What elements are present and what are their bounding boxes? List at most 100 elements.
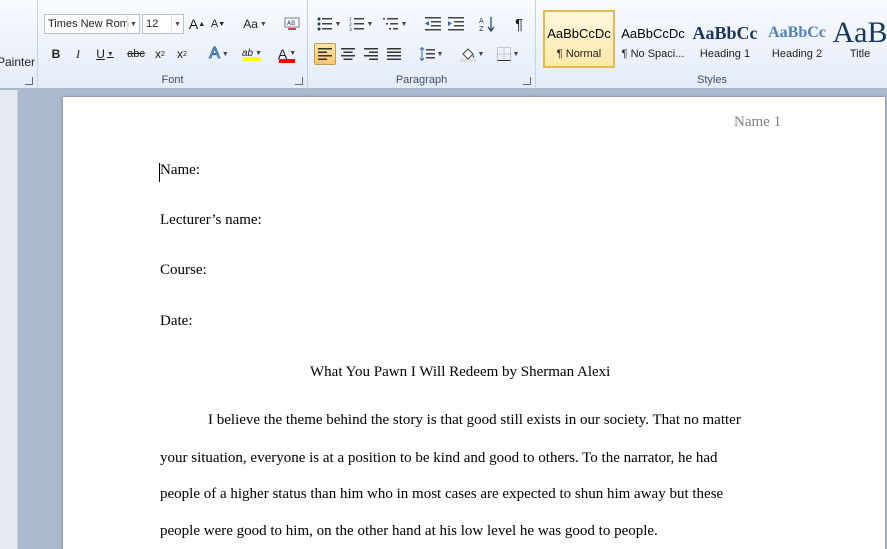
- shrink-font-button[interactable]: A ▼: [208, 13, 228, 35]
- sort-button[interactable]: A Z: [476, 13, 498, 35]
- align-center-button[interactable]: [337, 43, 359, 65]
- subscript-button[interactable]: x2: [150, 43, 170, 65]
- style-sample: AaBbCcDc: [621, 25, 685, 41]
- style-name: Title: [849, 48, 871, 60]
- grow-font-button[interactable]: A ▲: [187, 13, 207, 35]
- ribbon: Painter Times New Rom ▼ 12 ▼ A ▲ A ▼ Aa ▼ A…: [0, 0, 887, 89]
- paragraph-group: ▼ 1 2 3 ▼ ▼ A Z ¶ ▼ ▼ ▼ Paragraph: [308, 0, 536, 89]
- line-spacing-button[interactable]: ▼: [416, 43, 446, 65]
- clear-formatting-button[interactable]: AB: [281, 13, 303, 35]
- font-name-value: Times New Rom: [48, 18, 129, 30]
- pilcrow-icon: ¶: [514, 15, 524, 33]
- change-case-button[interactable]: Aa ▼: [240, 13, 270, 35]
- svg-text:AB: AB: [287, 20, 295, 27]
- body-line[interactable]: your situation, everyone is at a positio…: [160, 450, 718, 467]
- numbering-button[interactable]: 1 2 3 ▼: [346, 13, 376, 35]
- field-course[interactable]: Course:: [160, 262, 207, 279]
- field-lecturer[interactable]: Lecturer’s name:: [160, 212, 262, 229]
- svg-text:A: A: [479, 17, 484, 25]
- font-size-combo[interactable]: 12 ▼: [142, 14, 184, 34]
- align-left-button[interactable]: [314, 43, 336, 65]
- bold-icon: B: [51, 47, 61, 61]
- bullets-button[interactable]: ▼: [314, 13, 344, 35]
- font-group-label: Font: [161, 74, 184, 86]
- style-normal[interactable]: AaBbCcDc ¶ Normal: [543, 10, 615, 68]
- line-spacing-icon: [419, 47, 435, 61]
- svg-text:Z: Z: [479, 25, 484, 32]
- font-name-combo[interactable]: Times New Rom ▼: [44, 14, 140, 34]
- strikethrough-button[interactable]: abc: [124, 43, 148, 65]
- body-line[interactable]: people of a higher status than him who i…: [160, 486, 723, 503]
- italic-icon: I: [76, 46, 80, 61]
- bullets-icon: [317, 17, 332, 31]
- borders-button[interactable]: ▼: [492, 43, 524, 65]
- format-painter-label: Painter: [0, 55, 36, 69]
- multilevel-list-icon: [382, 18, 398, 30]
- numbering-icon: 1 2 3: [349, 17, 364, 31]
- style-sample: AaBbCc: [692, 22, 758, 43]
- increase-indent-icon: [448, 17, 464, 31]
- text-effects-button[interactable]: A ▼: [204, 43, 234, 65]
- align-center-icon: [341, 48, 355, 60]
- chevron-down-icon[interactable]: ▼: [171, 15, 183, 33]
- document-title[interactable]: What You Pawn I Will Redeem by Sherman A…: [310, 364, 610, 381]
- change-case-icon: Aa: [243, 17, 258, 31]
- style-title[interactable]: AaB Title: [831, 10, 887, 68]
- style-sample: AaBbCcDc: [547, 25, 611, 41]
- superscript-button[interactable]: x2: [172, 43, 192, 65]
- style-no-spacing[interactable]: AaBbCcDc ¶ No Spaci...: [617, 10, 689, 68]
- document-page[interactable]: Name 1 Name: Lecturer’s name: Course: Da…: [63, 97, 885, 549]
- underline-icon: U: [96, 47, 105, 61]
- shading-button[interactable]: ▼: [456, 43, 488, 65]
- paint-bucket-icon: [460, 48, 475, 62]
- align-left-icon: [318, 48, 332, 60]
- body-line[interactable]: I believe the theme behind the story is …: [208, 412, 741, 429]
- field-name[interactable]: Name:: [160, 162, 200, 179]
- style-sample: AaB: [832, 16, 887, 49]
- svg-text:3: 3: [349, 27, 352, 31]
- font-size-value: 12: [146, 18, 159, 30]
- style-sample: AaBbCc: [768, 24, 826, 41]
- decrease-indent-icon: [425, 17, 441, 31]
- chevron-down-icon[interactable]: ▼: [127, 15, 139, 33]
- highlight-button[interactable]: ab ▼: [236, 43, 268, 65]
- field-date[interactable]: Date:: [160, 313, 192, 330]
- italic-button[interactable]: I: [68, 43, 88, 65]
- font-launcher-icon[interactable]: [295, 77, 303, 85]
- page-header[interactable]: Name 1: [734, 114, 781, 131]
- style-heading-2[interactable]: AaBbCc Heading 2: [761, 10, 833, 68]
- bold-button[interactable]: B: [46, 43, 66, 65]
- increase-indent-button[interactable]: [445, 13, 467, 35]
- styles-group: AaBbCcDc ¶ Normal AaBbCcDc ¶ No Spaci...…: [537, 0, 887, 89]
- justify-icon: [387, 48, 401, 60]
- sort-icon: A Z: [479, 17, 495, 32]
- borders-icon: [496, 47, 511, 61]
- paragraph-launcher-icon[interactable]: [523, 77, 531, 85]
- font-group: Times New Rom ▼ 12 ▼ A▲ A▼ Aa▼ AB B I: [38, 0, 308, 89]
- format-painter-button[interactable]: Painter: [0, 51, 36, 73]
- style-heading-1[interactable]: AaBbCc Heading 1: [689, 10, 761, 68]
- font-color-bar: [279, 58, 295, 63]
- multilevel-list-button[interactable]: ▼: [380, 13, 410, 35]
- document-area: Name 1 Name: Lecturer’s name: Course: Da…: [0, 90, 887, 549]
- highlight-color-bar: [243, 56, 261, 61]
- body-line[interactable]: people were good to him, on the other ha…: [160, 523, 658, 540]
- shrink-font-icon: A: [210, 18, 219, 30]
- style-name: Heading 1: [699, 48, 751, 60]
- paragraph-group-label: Paragraph: [395, 74, 448, 86]
- clipboard-group: Painter: [0, 0, 38, 89]
- text-effects-icon: A: [209, 45, 221, 63]
- style-name: ¶ Normal: [556, 48, 602, 60]
- clear-formatting-icon: AB: [284, 17, 300, 30]
- decrease-indent-button[interactable]: [422, 13, 444, 35]
- font-color-button[interactable]: A ▼: [272, 43, 302, 65]
- show-formatting-button[interactable]: ¶: [508, 13, 530, 35]
- underline-button[interactable]: U ▼: [90, 43, 120, 65]
- clipboard-launcher-icon[interactable]: [25, 77, 33, 85]
- justify-button[interactable]: [383, 43, 405, 65]
- align-right-button[interactable]: [360, 43, 382, 65]
- style-name: ¶ No Spaci...: [621, 48, 685, 60]
- align-right-icon: [364, 48, 378, 60]
- navigation-edge: [0, 90, 18, 549]
- grow-font-icon: A: [188, 16, 199, 32]
